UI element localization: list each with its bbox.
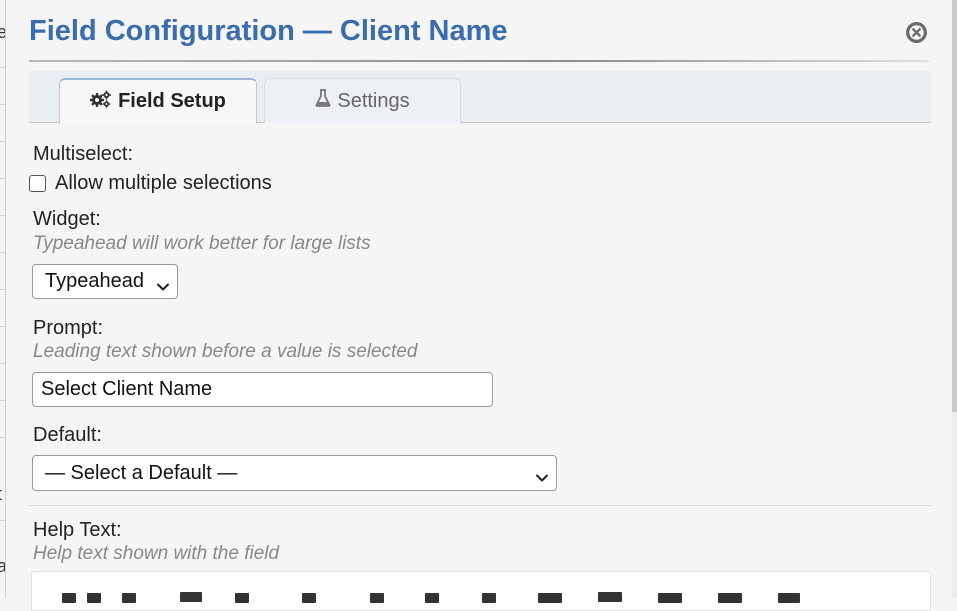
dialog-scrollbar[interactable] [952,0,957,598]
toolbar-list-icon[interactable] [538,593,562,603]
default-select[interactable]: — Select a Default — [32,455,557,491]
rich-text-editor[interactable] [31,571,931,611]
prompt-label: Prompt: [33,317,104,339]
help-text-label: Help Text: [33,519,122,541]
toolbar-strike-icon[interactable] [370,593,384,603]
widget-selected-value: Typeahead [45,270,144,292]
widget-select[interactable]: Typeahead [32,264,178,299]
help-text-hint: Help text shown with the field [33,543,280,564]
default-selected-value: — Select a Default — [45,461,238,484]
default-label: Default: [33,424,102,446]
field-configuration-dialog: Field Configuration — Client Name Field … [6,0,952,611]
multiselect-row: Allow multiple selections [29,172,272,195]
tab-label: Field Setup [118,90,226,112]
toolbar-bold-icon[interactable] [180,592,202,602]
toolbar-format-icon[interactable] [122,593,136,603]
prompt-input-value: Select Client Name [41,378,213,400]
toolbar-table-icon[interactable] [718,593,742,603]
tab-label: Settings [337,89,410,112]
toolbar-underline-icon[interactable] [302,593,316,603]
prompt-hint: Leading text shown before a value is sel… [33,341,418,362]
toolbar-redo-icon[interactable] [87,593,101,603]
dialog-title: Field Configuration — Client Name [29,15,508,47]
background-glyph: t [0,484,2,505]
allow-multiple-label[interactable]: Allow multiple selections [55,172,272,195]
multiselect-label: Multiselect: [33,143,134,165]
tab-settings[interactable]: Settings [264,78,461,123]
toolbar-image-icon[interactable] [598,592,622,602]
allow-multiple-checkbox[interactable] [29,175,46,192]
toolbar-link-icon[interactable] [425,593,439,603]
tab-field-setup[interactable]: Field Setup [59,78,257,124]
toolbar-more-icon[interactable] [778,593,800,603]
title-divider [29,60,929,62]
widget-hint: Typeahead will work better for large lis… [33,233,371,254]
scrollbar-thumb[interactable] [952,0,957,412]
prompt-input[interactable]: Select Client Name [32,372,493,407]
toolbar-code-icon[interactable] [482,593,496,603]
flask-icon [315,89,331,113]
toolbar-video-icon[interactable] [658,593,682,603]
section-divider [29,505,931,506]
gears-icon [90,90,112,114]
widget-label: Widget: [33,208,101,230]
chevron-down-icon [535,467,549,490]
close-icon[interactable] [906,22,927,43]
tab-bar: Field Setup Settings [29,71,931,124]
toolbar-italic-icon[interactable] [235,593,249,603]
chevron-down-icon [156,276,170,299]
toolbar-undo-icon[interactable] [62,593,76,603]
